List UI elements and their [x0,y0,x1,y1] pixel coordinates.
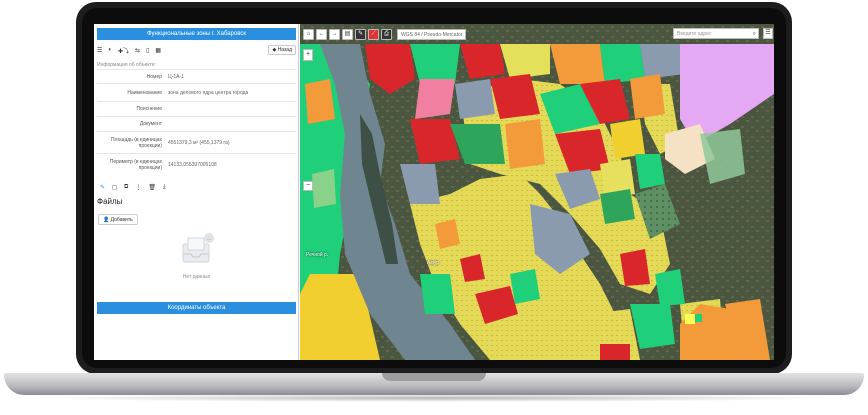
attribute-table: Номер Ц-1А-1 Наименование зона делового … [97,69,296,176]
home-icon[interactable]: ⌂ [303,28,314,40]
ruler-icon[interactable]: ⟋ [368,28,379,40]
map-label: Амур [427,260,440,266]
table-row: Наименование зона делового ядра центра г… [97,83,296,102]
empty-text: Нет данных [182,274,211,280]
back-arrow-icon[interactable]: ← [316,28,327,40]
attr-key: Документ [97,116,165,132]
files-title: Файлы [97,197,123,206]
attr-key: Периметр (в единицах проекции) [97,153,165,176]
attr-value: зона делового ядра центра города [165,83,296,102]
map-menu-icon[interactable]: ☰ [763,28,773,39]
map-label: Речной р. [306,252,329,258]
attr-value [165,116,296,132]
add-file-button[interactable]: 👤 Добавить [98,214,138,225]
add-file-label: Добавить [110,217,133,223]
map-view[interactable]: Речной р. Амур ⌂ ← → ▤ ✎ ⟋ ⎙ WGS 84 / Ps… [300,24,774,360]
crs-selector[interactable]: WGS 84 / Pseudo-Mercator [397,28,467,40]
table-row: Площадь (в единицах проекции) 4551379,3 … [97,131,296,154]
object-info-panel: Функциональные зоны г. Хабаровск ☰ ◐ ✚⤵ … [94,24,299,360]
copy-icon[interactable]: ⧉ [124,184,128,191]
edit-icon[interactable]: ✎ [100,184,105,191]
more-icon[interactable]: ⋮ [135,184,141,191]
table-row: Номер Ц-1А-1 [97,69,296,84]
attr-value [165,101,296,117]
address-search-input[interactable]: Введите адрес ⌕ [673,28,759,39]
attr-key: Пояснение [97,101,165,117]
back-button[interactable]: ◆ Назад [268,45,296,55]
table-row: Периметр (в единицах проекции) 14133,055… [97,153,296,176]
panel-toolbar: ☰ ◐ ✚⤵ ⇆ ▯ ▦ ◆ Назад [97,44,296,56]
object-coordinates-button[interactable]: Координаты объекта [97,302,296,314]
split-icon[interactable]: ⇆ [135,45,140,55]
pencil-icon[interactable]: ✎ [355,28,366,40]
comment-icon[interactable]: ◻ [112,184,117,191]
address-search-placeholder: Введите адрес [677,31,712,37]
svg-text:…: … [207,236,212,242]
attr-value: Ц-1А-1 [165,69,296,84]
laptop-shadow [30,394,838,402]
search-icon[interactable]: ⌕ [753,29,756,39]
empty-inbox-icon: … [182,233,214,263]
back-button-label: Назад [277,47,292,53]
forward-arrow-icon[interactable]: → [329,28,340,40]
attr-value: 4551379,3 м² (455,1379 га) [165,131,296,154]
screen: Функциональные зоны г. Хабаровск ☰ ◐ ✚⤵ … [94,24,774,360]
map-toolbar: ⌂ ← → ▤ ✎ ⟋ ⎙ WGS 84 / Pseudo-Mercator [300,28,467,40]
menu-icon[interactable]: ☰ [97,45,102,55]
grid-icon[interactable]: ▦ [155,45,161,55]
layers-icon[interactable]: ▤ [342,28,353,40]
map-canvas[interactable] [300,24,774,360]
zoom-in-button[interactable]: + [304,50,312,60]
attr-key: Наименование [97,83,165,102]
section-label: Информация об объекте: [97,62,157,68]
row-actions: ✎ ◻ ⧉ ⋮ 🗑 ⤓ [100,184,166,191]
add-layer-icon[interactable]: ✚⤵ [118,45,129,55]
table-icon[interactable]: ▯ [146,45,149,55]
attr-key: Площадь (в единицах проекции) [97,131,165,154]
laptop-notch [382,373,486,381]
download-icon[interactable]: ⤓ [163,184,166,191]
table-row: Пояснение [97,101,296,117]
attr-value: 14133,055397005108 [165,153,296,176]
zoom-control: + [303,49,313,61]
print-icon[interactable]: ⎙ [381,28,392,40]
zoom-out-button[interactable]: − [303,181,313,191]
trash-icon[interactable]: 🗑 [148,184,156,191]
attr-key: Номер [97,69,165,84]
table-row: Документ [97,116,296,132]
panel-header: Функциональные зоны г. Хабаровск [97,28,296,40]
palette-icon[interactable]: ◐ [108,45,112,55]
